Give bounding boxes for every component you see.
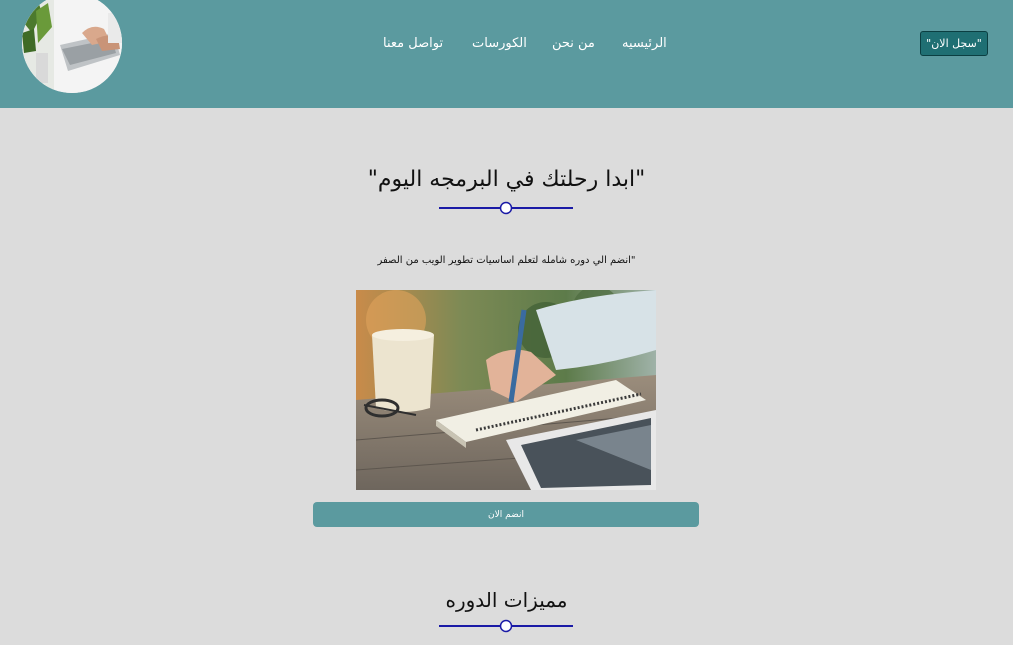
signup-button[interactable]: "سجل الان"	[920, 31, 988, 56]
site-header: الرئيسيه من نحن الكورسات تواصل معنا "سجل…	[0, 0, 1013, 108]
nav-link-contact[interactable]: تواصل معنا	[383, 36, 443, 51]
join-now-button[interactable]: انضم الان	[313, 502, 699, 527]
nav-link-about[interactable]: من نحن	[552, 36, 595, 51]
features-divider	[439, 619, 573, 633]
hero-description: انضم الي دوره شامله لتعلم اساسيات تطوير …	[377, 255, 636, 266]
nav-link-home[interactable]: الرئيسيه	[622, 36, 667, 51]
title-divider	[439, 201, 573, 215]
features-title: مميزات الدوره	[445, 588, 568, 612]
nav-link-courses[interactable]: الكورسات	[472, 36, 527, 51]
writing-notebook-photo	[356, 290, 656, 490]
main-nav: الرئيسيه من نحن الكورسات تواصل معنا	[0, 36, 1013, 56]
hero-image	[356, 290, 656, 490]
hero-title: "ابدا رحلتك في البرمجه اليوم"	[367, 167, 646, 192]
